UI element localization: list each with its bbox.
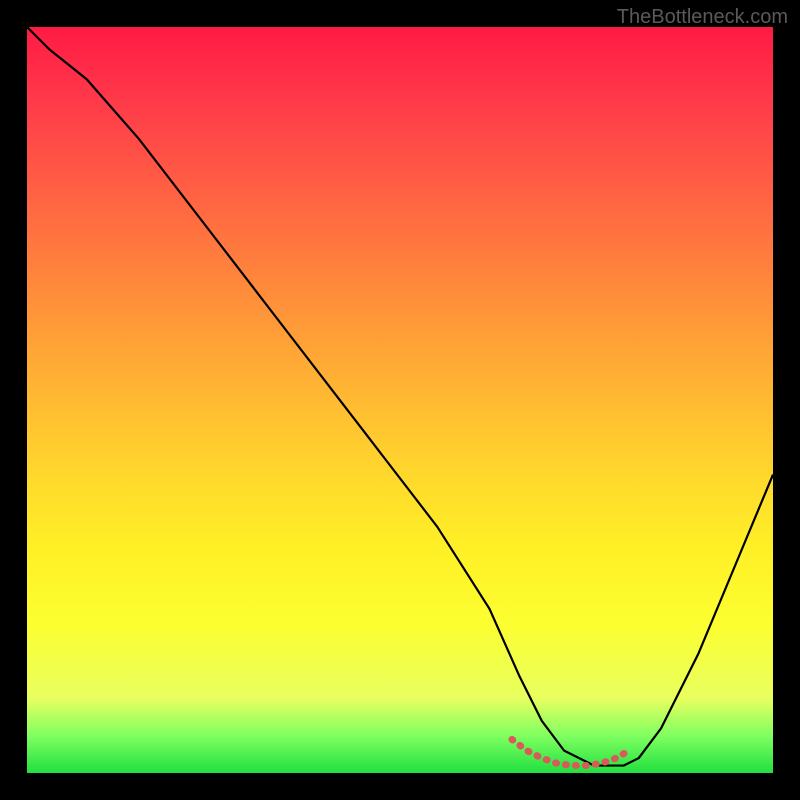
chart-plot-area	[27, 27, 773, 773]
bottleneck-curve-path	[27, 27, 773, 766]
optimal-zone-path	[512, 739, 631, 765]
watermark-text: TheBottleneck.com	[617, 6, 788, 29]
chart-svg	[27, 27, 773, 773]
